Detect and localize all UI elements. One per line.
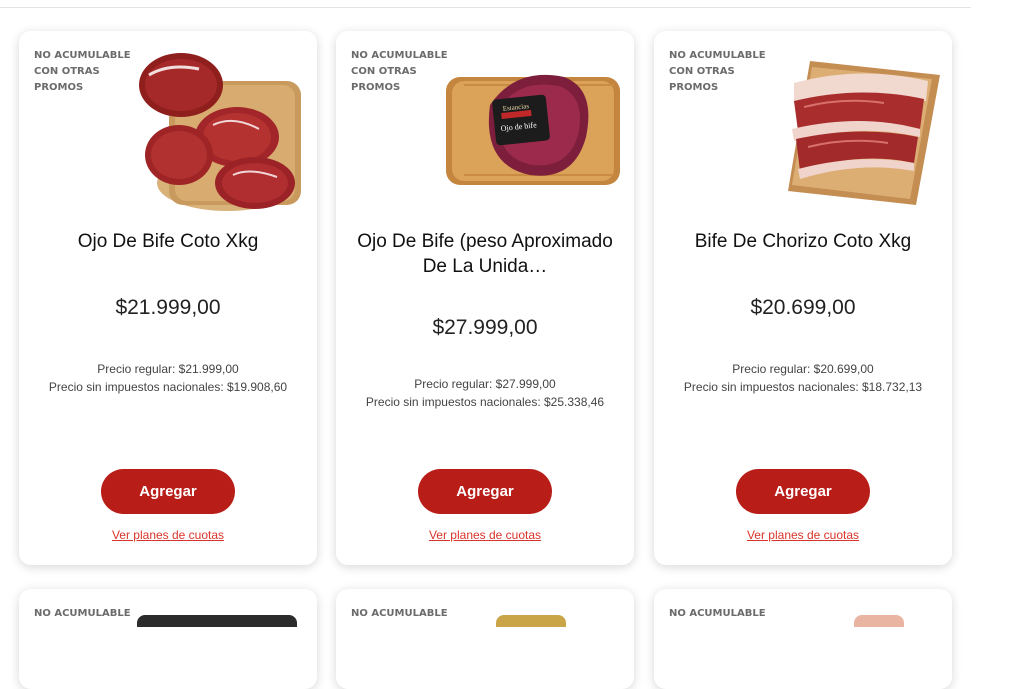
product-title[interactable]: Ojo De Bife Coto Xkg [31,229,305,254]
price-without-taxes: Precio sin impuestos nacionales: $25.338… [365,395,605,409]
add-to-cart-button[interactable]: Agregar [418,469,552,514]
product-image[interactable] [854,615,904,627]
product-price: $21.999,00 [115,296,221,319]
sirloin-steaks-on-board-icon[interactable] [764,45,942,213]
vacuum-packed-meat-icon[interactable]: Estancias Ojo de bife [446,45,624,213]
promo-badge: NO ACUMULABLE CON OTRAS PROMOS [34,50,131,93]
meat-steaks-on-board-icon[interactable] [129,45,307,213]
regular-price: Precio regular: $21.999,00 [97,362,239,376]
product-card[interactable]: NO ACUMULABLE [19,589,317,689]
product-grid: NO ACUMULABLE CON OTRAS PROMOS Ojo De Bi… [0,0,1036,689]
installments-link[interactable]: Ver planes de cuotas [336,528,634,542]
product-title[interactable]: Bife De Chorizo Coto Xkg [666,229,940,254]
price-without-taxes: Precio sin impuestos nacionales: $19.908… [48,380,288,394]
product-card[interactable]: NO ACUMULABLE [336,589,634,689]
product-price: $27.999,00 [432,316,538,339]
promo-badge: NO ACUMULABLE CON OTRAS PROMOS [669,50,766,93]
promo-badge: NO ACUMULABLE [34,608,131,619]
installments-link[interactable]: Ver planes de cuotas [654,528,952,542]
installments-link[interactable]: Ver planes de cuotas [19,528,317,542]
promo-badge: NO ACUMULABLE CON OTRAS PROMOS [351,50,448,93]
add-to-cart-button[interactable]: Agregar [101,469,235,514]
product-card[interactable]: NO ACUMULABLE CON OTRAS PROMOS Bife De C… [654,31,952,565]
regular-price: Precio regular: $27.999,00 [414,377,556,391]
price-without-taxes: Precio sin impuestos nacionales: $18.732… [683,380,923,394]
product-price: $20.699,00 [750,296,856,319]
regular-price: Precio regular: $20.699,00 [732,362,874,376]
product-card[interactable]: NO ACUMULABLE CON OTRAS PROMOS Ojo De Bi… [19,31,317,565]
add-to-cart-button[interactable]: Agregar [736,469,870,514]
product-title[interactable]: Ojo De Bife (peso Aproximado De La Unida… [348,229,622,279]
promo-badge: NO ACUMULABLE [669,608,766,619]
product-card[interactable]: NO ACUMULABLE [654,589,952,689]
promo-badge: NO ACUMULABLE [351,608,448,619]
product-card[interactable]: NO ACUMULABLE CON OTRAS PROMOS Estancias… [336,31,634,565]
product-image[interactable] [496,615,566,627]
product-image[interactable] [137,615,297,627]
